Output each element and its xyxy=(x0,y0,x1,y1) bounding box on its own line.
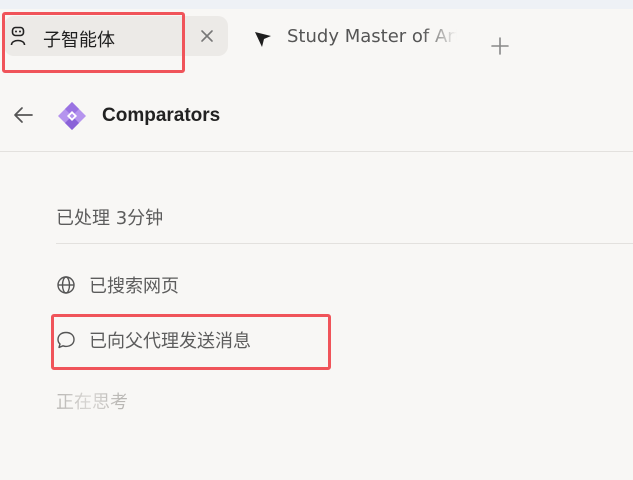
step-label: 已搜索网页 xyxy=(89,276,179,297)
back-arrow-icon[interactable] xyxy=(12,106,34,124)
processed-duration: 已处理 3分钟 xyxy=(56,208,164,229)
tab-subagent[interactable] xyxy=(4,16,228,56)
close-icon[interactable] xyxy=(198,27,216,45)
step-label: 已向父代理发送消息 xyxy=(89,331,251,352)
page-title: Comparators xyxy=(102,105,221,126)
globe-icon xyxy=(57,276,75,294)
speech-bubble-icon xyxy=(57,331,75,349)
purple-diamond-logo xyxy=(58,102,86,130)
divider xyxy=(56,243,633,244)
plus-icon[interactable] xyxy=(490,36,510,56)
window-top-strip xyxy=(0,0,633,9)
thinking-status: 正在思考 xyxy=(56,388,128,414)
robot-icon xyxy=(10,26,26,46)
tab-study-master-label[interactable]: Study Master of Art xyxy=(287,26,457,47)
agent-header: Comparators xyxy=(0,79,633,152)
arrow-cursor-icon xyxy=(255,32,271,47)
tab-subagent-label: 子智能体 xyxy=(43,30,115,51)
